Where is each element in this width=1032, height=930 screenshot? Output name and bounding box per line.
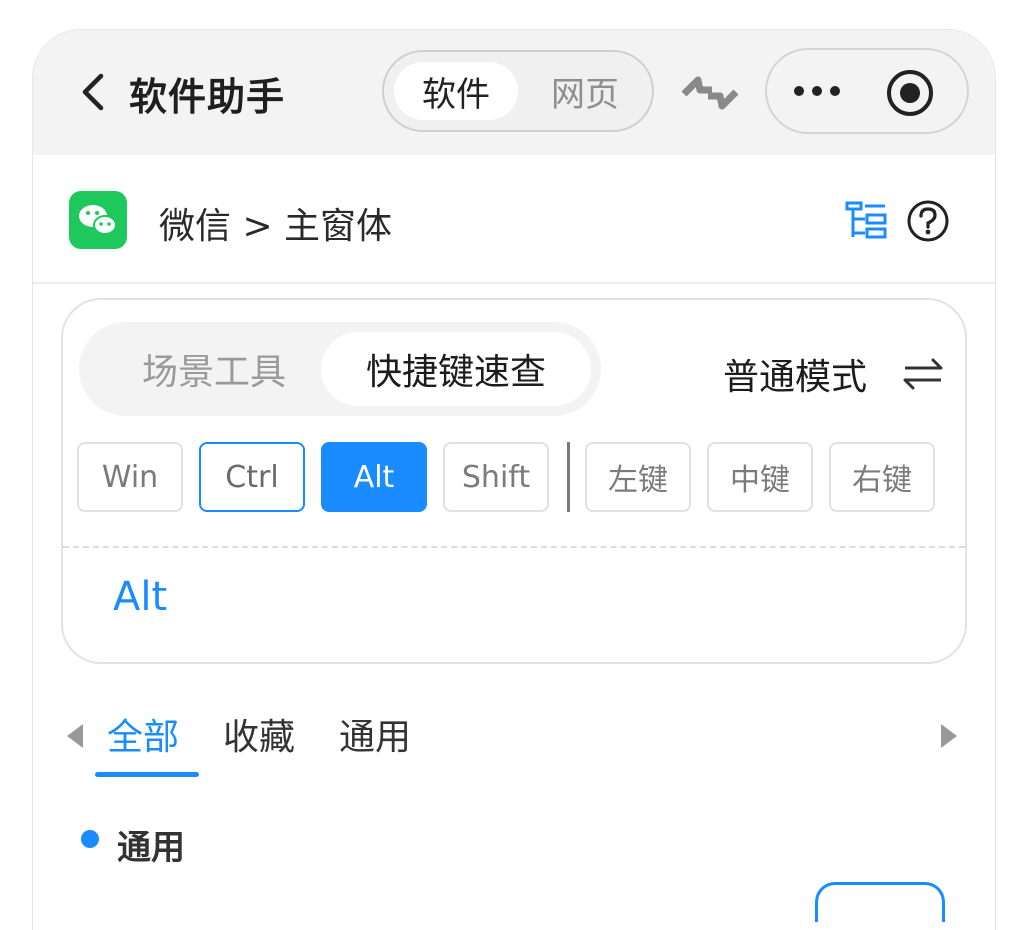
scroll-left-icon[interactable] [63,722,87,750]
section-bullet [81,830,99,848]
tab-scene-tools[interactable]: 场景工具 [107,322,321,416]
key-middle-click[interactable]: 中键 [707,442,813,512]
assistant-window: 软件助手 软件 网页 微信 > 主窗体 场景工具 快捷键速查 普通模式 Win … [33,30,995,930]
tree-list-icon[interactable] [845,199,889,243]
sync-icon[interactable] [678,64,742,122]
key-right-click[interactable]: 右键 [829,442,935,512]
record-icon[interactable] [885,68,935,118]
wechat-logo [69,191,127,249]
mode-label[interactable]: 普通模式 [723,348,867,400]
swap-arrows-icon[interactable] [901,356,945,392]
key-shift[interactable]: Shift [443,442,549,512]
category-tab-all[interactable]: 全部 [107,708,179,760]
current-combo: Alt [113,574,168,620]
partial-button[interactable] [815,882,945,922]
tab-shortcut-lookup[interactable]: 快捷键速查 [321,332,591,406]
help-circle-icon[interactable] [906,199,950,243]
segment-web[interactable]: 网页 [530,62,640,120]
key-left-click[interactable]: 左键 [585,442,691,512]
more-dots-icon[interactable] [791,78,843,104]
key-ctrl[interactable]: Ctrl [199,442,305,512]
segment-software[interactable]: 软件 [394,62,518,120]
shortcut-card: 场景工具 快捷键速查 普通模式 Win Ctrl Alt Shift 左键 中键… [61,298,967,664]
top-bar: 软件助手 软件 网页 [33,30,995,155]
app-title: 软件助手 [129,75,286,119]
key-divider [567,442,570,512]
active-tab-indicator [95,772,199,777]
chevron-left-icon[interactable] [77,70,109,114]
category-tab-favorites[interactable]: 收藏 [223,708,295,760]
category-tabs: 全部 收藏 通用 [33,690,995,790]
section-title: 通用 [117,828,185,868]
card-divider [63,546,965,548]
scroll-right-icon[interactable] [937,722,961,750]
key-alt[interactable]: Alt [321,442,427,512]
mode-segment-control: 软件 网页 [382,50,654,132]
breadcrumb: 微信 > 主窗体 [159,206,393,247]
card-tabs: 场景工具 快捷键速查 [79,322,601,416]
key-win[interactable]: Win [77,442,183,512]
mini-program-capsule [765,48,969,134]
breadcrumb-row: 微信 > 主窗体 [33,155,995,284]
category-tab-general[interactable]: 通用 [339,708,411,760]
